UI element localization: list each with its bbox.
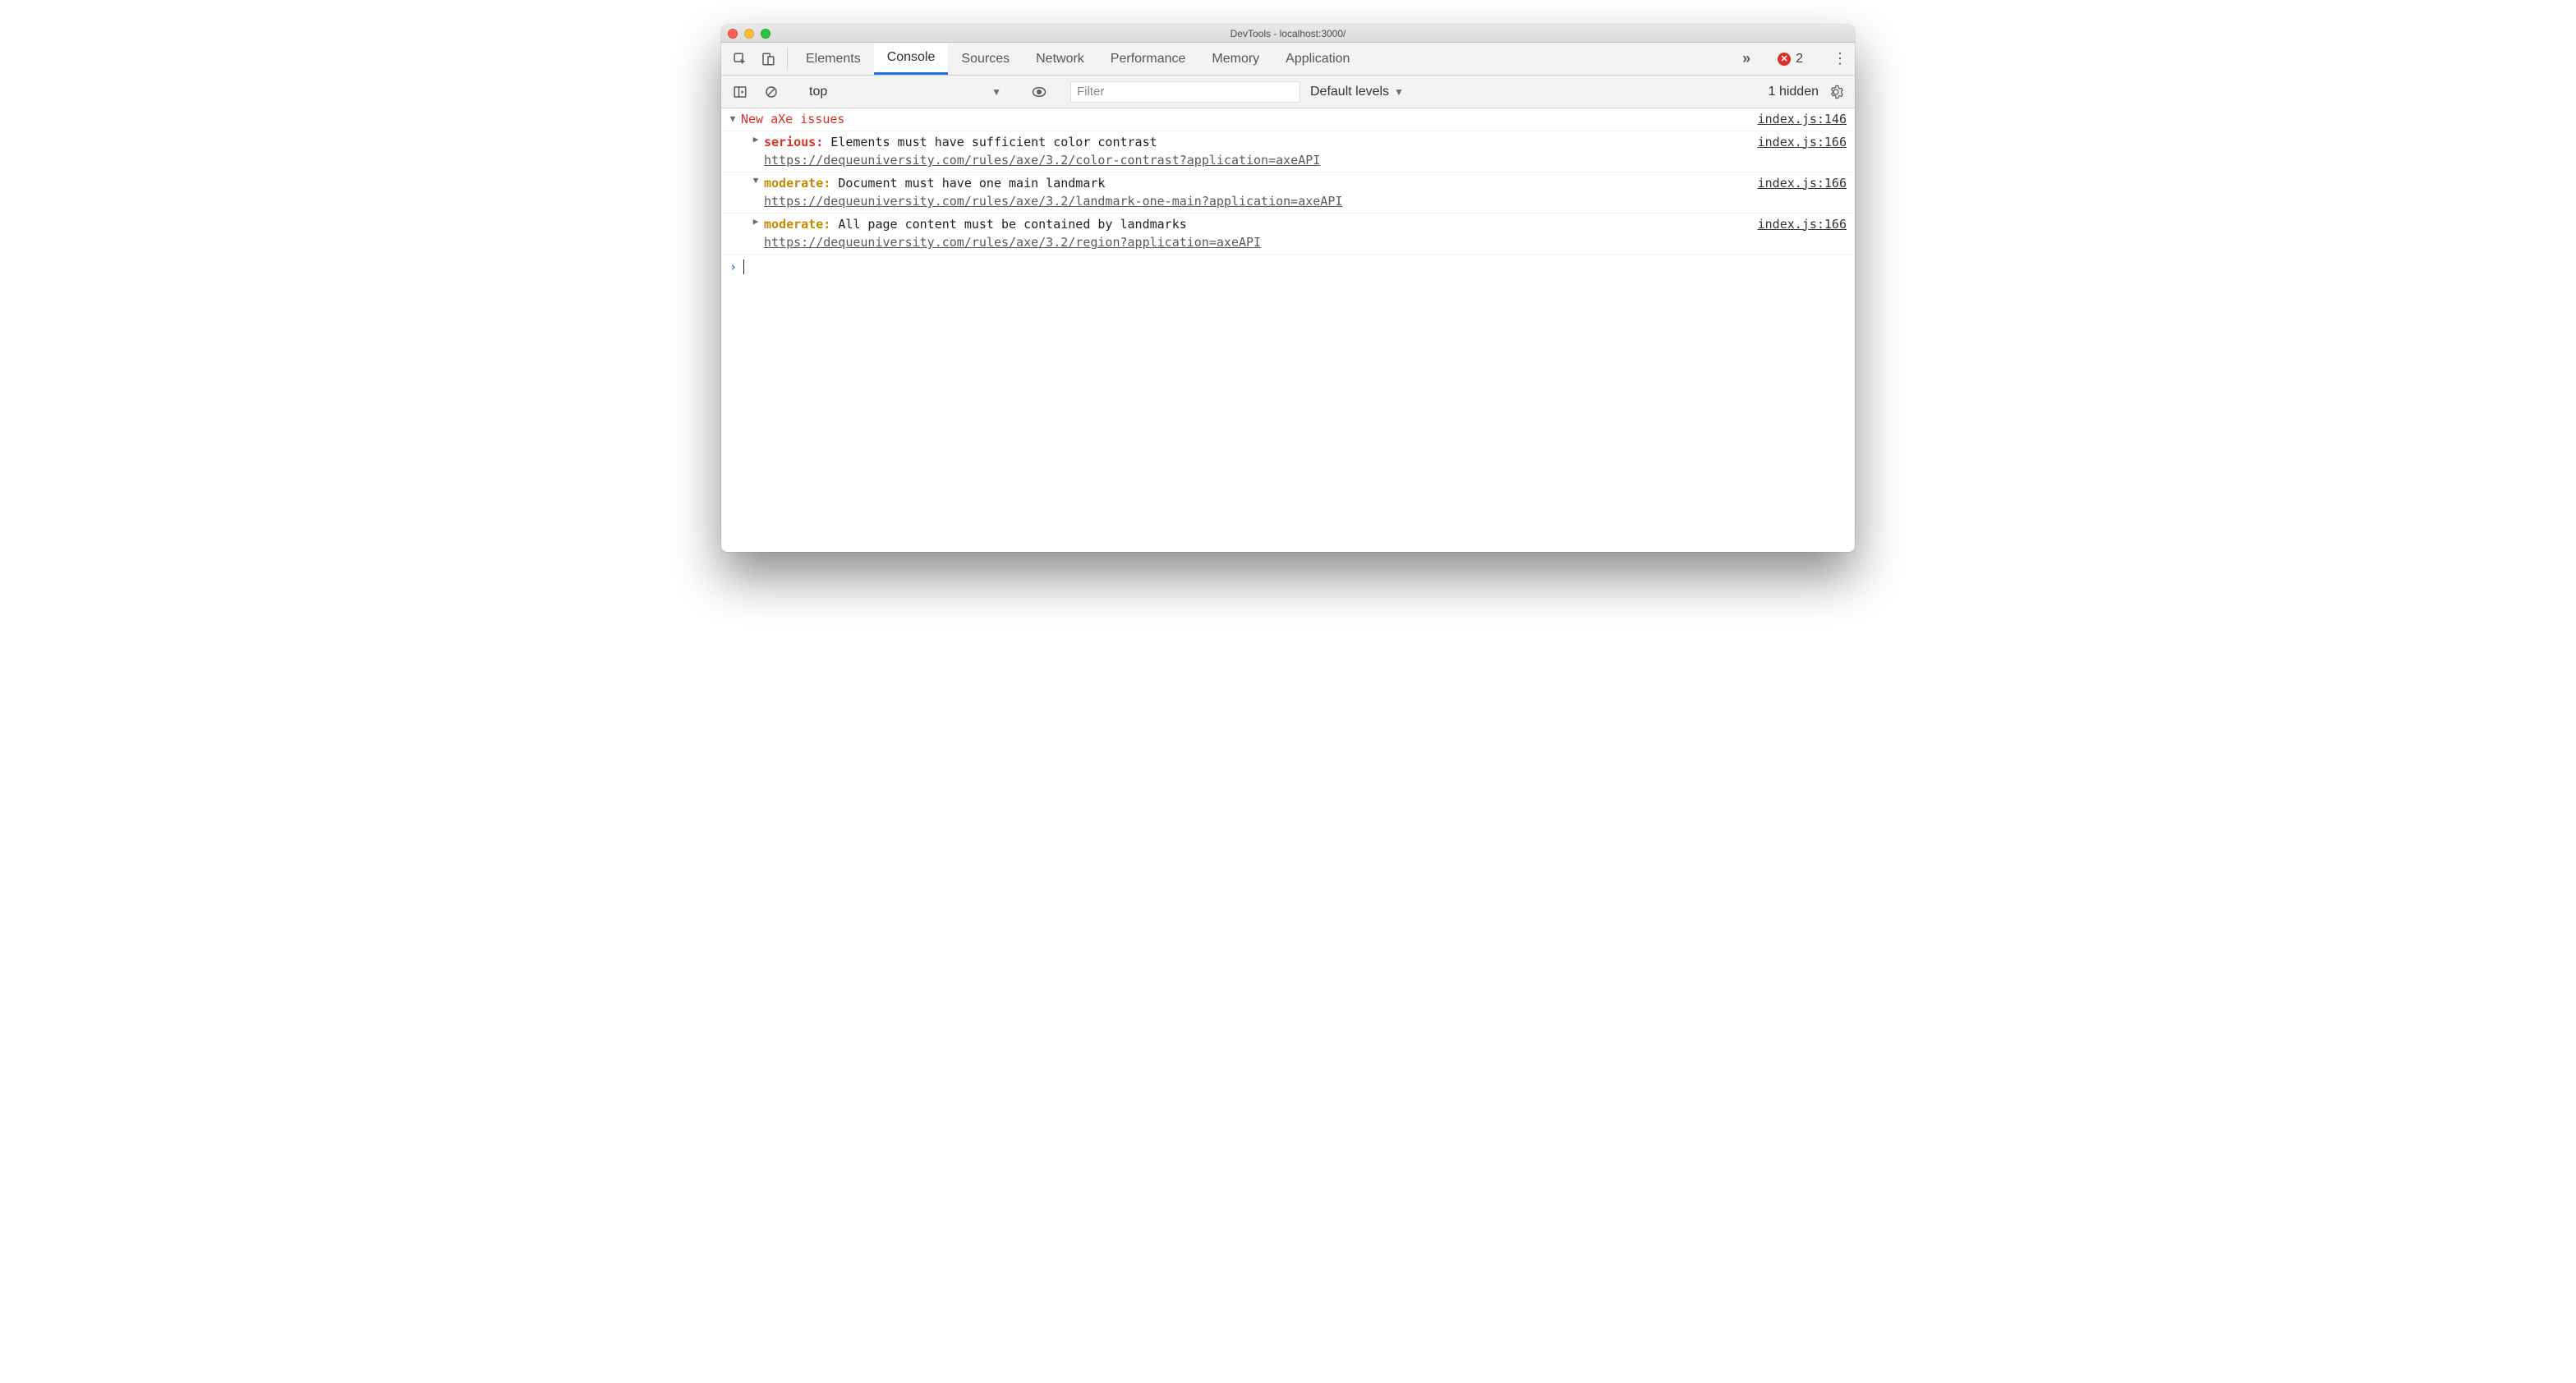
more-tabs-button[interactable]: » bbox=[1742, 50, 1750, 67]
tabs: ElementsConsoleSourcesNetworkPerformance… bbox=[793, 43, 1742, 75]
issue-message: Document must have one main landmark bbox=[838, 176, 1105, 191]
source-link[interactable]: index.js:146 bbox=[1758, 110, 1847, 129]
context-selector[interactable]: top ▼ bbox=[803, 80, 1008, 103]
log-level-selector[interactable]: Default levels ▼ bbox=[1304, 85, 1410, 99]
disclosure-triangle-down-icon[interactable]: ▼ bbox=[728, 113, 738, 126]
main-tabbar: ElementsConsoleSourcesNetworkPerformance… bbox=[721, 43, 1855, 76]
clear-console-icon[interactable] bbox=[757, 85, 785, 99]
close-window-button[interactable] bbox=[728, 29, 738, 39]
titlebar: DevTools - localhost:3000/ bbox=[721, 25, 1855, 43]
filter-input[interactable] bbox=[1070, 81, 1300, 103]
console-toolbar: top ▼ Default levels ▼ 1 hidden bbox=[721, 76, 1855, 108]
tab-elements[interactable]: Elements bbox=[793, 43, 874, 75]
issue-message: Elements must have sufficient color cont… bbox=[830, 135, 1157, 149]
source-link[interactable]: index.js:166 bbox=[1758, 174, 1847, 193]
console-issue-row[interactable]: ▶serious: Elements must have sufficient … bbox=[721, 131, 1855, 172]
console-output: ▼ New aXe issues index.js:146 ▶serious: … bbox=[721, 108, 1855, 552]
console-issue-row[interactable]: ▶moderate: All page content must be cont… bbox=[721, 213, 1855, 254]
prompt-caret-icon: › bbox=[729, 258, 737, 277]
chevron-down-icon: ▼ bbox=[1394, 86, 1404, 98]
minimize-window-button[interactable] bbox=[744, 29, 754, 39]
context-value: top bbox=[809, 85, 827, 99]
log-level-value: Default levels bbox=[1310, 85, 1389, 99]
console-settings-icon[interactable] bbox=[1822, 85, 1850, 99]
disclosure-triangle-down-icon[interactable]: ▼ bbox=[751, 174, 761, 188]
tab-sources[interactable]: Sources bbox=[948, 43, 1023, 75]
issue-url-link[interactable]: https://dequeuniversity.com/rules/axe/3.… bbox=[764, 233, 1758, 252]
severity-label: serious: bbox=[764, 135, 823, 149]
console-group-title: New aXe issues bbox=[741, 110, 844, 129]
tab-console[interactable]: Console bbox=[874, 43, 949, 75]
error-count-badge[interactable]: ✕ 2 bbox=[1778, 52, 1803, 67]
severity-label: moderate: bbox=[764, 176, 830, 191]
console-prompt[interactable]: › bbox=[721, 254, 1855, 280]
issue-content: moderate: All page content must be conta… bbox=[761, 215, 1758, 252]
error-count: 2 bbox=[1796, 52, 1803, 67]
devtools-window: DevTools - localhost:3000/ ElementsConso… bbox=[721, 25, 1855, 552]
chevron-down-icon: ▼ bbox=[991, 86, 1001, 98]
window-controls bbox=[728, 29, 770, 39]
disclosure-triangle-right-icon[interactable]: ▶ bbox=[751, 133, 761, 147]
console-issue-row[interactable]: ▼moderate: Document must have one main l… bbox=[721, 172, 1855, 213]
tab-network[interactable]: Network bbox=[1023, 43, 1097, 75]
tab-application[interactable]: Application bbox=[1272, 43, 1363, 75]
zoom-window-button[interactable] bbox=[761, 29, 770, 39]
live-expression-icon[interactable] bbox=[1025, 85, 1053, 99]
console-group-header[interactable]: ▼ New aXe issues index.js:146 bbox=[721, 108, 1855, 131]
issue-content: serious: Elements must have sufficient c… bbox=[761, 133, 1758, 170]
severity-label: moderate: bbox=[764, 217, 830, 232]
settings-menu-button[interactable]: ⋮ bbox=[1830, 50, 1850, 67]
divider bbox=[787, 48, 788, 70]
issue-content: moderate: Document must have one main la… bbox=[761, 174, 1758, 211]
window-title: DevTools - localhost:3000/ bbox=[721, 28, 1855, 39]
issue-url-link[interactable]: https://dequeuniversity.com/rules/axe/3.… bbox=[764, 192, 1758, 211]
text-cursor bbox=[743, 260, 744, 274]
hidden-messages-count[interactable]: 1 hidden bbox=[1769, 85, 1819, 99]
error-icon: ✕ bbox=[1778, 53, 1791, 66]
inspect-element-icon[interactable] bbox=[726, 43, 754, 75]
disclosure-triangle-right-icon[interactable]: ▶ bbox=[751, 215, 761, 229]
toggle-sidebar-icon[interactable] bbox=[726, 85, 754, 99]
device-toolbar-icon[interactable] bbox=[754, 43, 782, 75]
issue-url-link[interactable]: https://dequeuniversity.com/rules/axe/3.… bbox=[764, 151, 1758, 170]
tab-memory[interactable]: Memory bbox=[1198, 43, 1272, 75]
issue-message: All page content must be contained by la… bbox=[838, 217, 1186, 232]
tab-performance[interactable]: Performance bbox=[1097, 43, 1199, 75]
source-link[interactable]: index.js:166 bbox=[1758, 133, 1847, 152]
source-link[interactable]: index.js:166 bbox=[1758, 215, 1847, 234]
